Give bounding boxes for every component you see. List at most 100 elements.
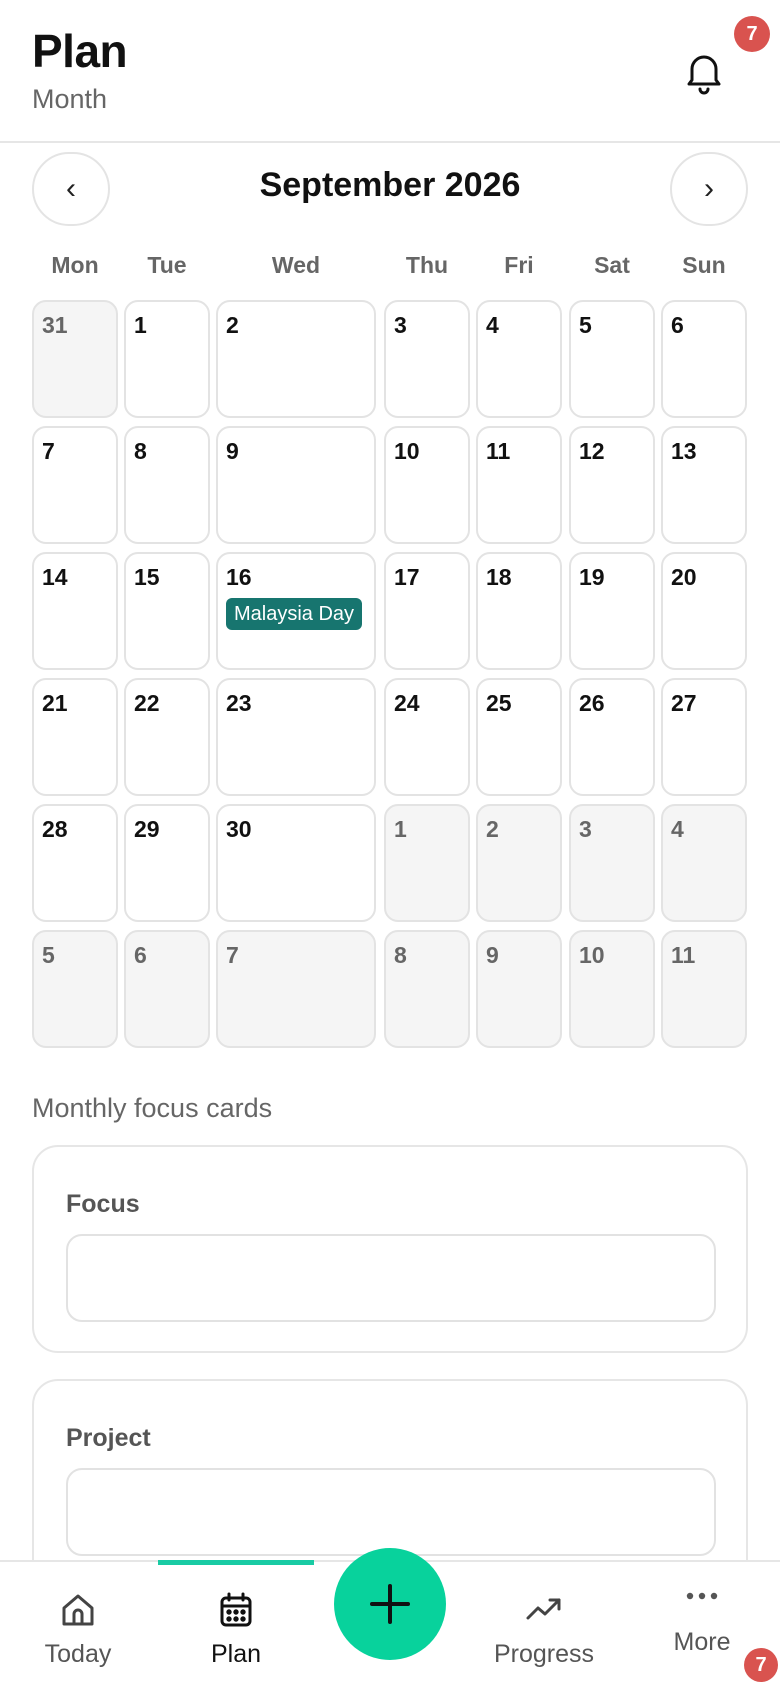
calendar-day[interactable]: 20 <box>661 552 747 670</box>
day-number: 14 <box>42 564 68 590</box>
calendar-day-outside-month[interactable]: 7 <box>216 930 376 1048</box>
calendar-day[interactable]: 25 <box>476 678 562 796</box>
page-title: Plan <box>32 25 128 77</box>
holiday-event-chip[interactable]: Malaysia Day <box>226 598 363 630</box>
day-number: 8 <box>394 942 407 968</box>
calendar-day[interactable]: 24 <box>384 678 470 796</box>
day-number: 2 <box>486 816 499 842</box>
calendar-day[interactable]: 11 <box>476 426 562 544</box>
app-header: Plan Month 7 <box>0 0 780 143</box>
calendar-day[interactable]: 8 <box>124 426 210 544</box>
calendar-day[interactable]: 23 <box>216 678 376 796</box>
day-number: 15 <box>134 564 160 590</box>
day-number: 7 <box>226 942 239 968</box>
tab-more[interactable]: More <box>652 1562 752 1688</box>
day-number: 18 <box>486 564 512 590</box>
day-number: 25 <box>486 690 512 716</box>
day-number: 3 <box>394 312 407 338</box>
calendar-day[interactable]: 17 <box>384 552 470 670</box>
calendar-day[interactable]: 30 <box>216 804 376 922</box>
day-number: 5 <box>42 942 55 968</box>
calendar-day-outside-month[interactable]: 4 <box>661 804 747 922</box>
calendar-day-outside-month[interactable]: 31 <box>32 300 118 418</box>
calendar-day-outside-month[interactable]: 6 <box>124 930 210 1048</box>
plus-icon <box>370 1584 410 1624</box>
day-number: 16 <box>226 564 252 590</box>
tab-plan-label: Plan <box>210 1640 262 1668</box>
calendar-day[interactable]: 3 <box>384 300 470 418</box>
day-number: 11 <box>486 438 511 464</box>
day-number: 1 <box>134 312 147 338</box>
calendar-day-outside-month[interactable]: 3 <box>569 804 655 922</box>
tab-progress[interactable]: Progress <box>484 1562 604 1688</box>
calendar-day[interactable]: 15 <box>124 552 210 670</box>
calendar-day[interactable]: 22 <box>124 678 210 796</box>
calendar-day-outside-month[interactable]: 11 <box>661 930 747 1048</box>
calendar-day[interactable]: 10 <box>384 426 470 544</box>
day-number: 6 <box>671 312 684 338</box>
calendar-day[interactable]: 6 <box>661 300 747 418</box>
day-number: 4 <box>486 312 499 338</box>
day-number: 9 <box>486 942 499 968</box>
calendar-day-outside-month[interactable]: 10 <box>569 930 655 1048</box>
day-number: 22 <box>134 690 160 716</box>
calendar-day[interactable]: 28 <box>32 804 118 922</box>
day-number: 28 <box>42 816 68 842</box>
calendar-day[interactable]: 1 <box>124 300 210 418</box>
day-number: 23 <box>226 690 252 716</box>
calendar-day[interactable]: 2 <box>216 300 376 418</box>
calendar-day[interactable]: 9 <box>216 426 376 544</box>
day-number: 20 <box>671 564 697 590</box>
trending-up-icon <box>526 1598 561 1620</box>
calendar-day[interactable]: 18 <box>476 552 562 670</box>
day-number: 13 <box>671 438 697 464</box>
calendar-day[interactable]: 13 <box>661 426 747 544</box>
calendar-day-outside-month[interactable]: 9 <box>476 930 562 1048</box>
home-icon <box>62 1594 94 1626</box>
day-number: 19 <box>579 564 605 590</box>
calendar-day[interactable]: 21 <box>32 678 118 796</box>
day-number: 12 <box>579 438 605 464</box>
day-number: 4 <box>671 816 684 842</box>
tab-plan[interactable]: Plan <box>178 1562 294 1688</box>
calendar-day-outside-month[interactable]: 5 <box>32 930 118 1048</box>
calendar-day[interactable]: 16 Malaysia Day <box>216 552 376 670</box>
bell-icon <box>687 55 721 95</box>
focus-input[interactable] <box>66 1234 716 1322</box>
calendar-day-outside-month[interactable]: 8 <box>384 930 470 1048</box>
calendar-day-outside-month[interactable]: 1 <box>384 804 470 922</box>
weekday-header: Wed <box>271 252 321 278</box>
focus-card: Focus <box>32 1145 748 1353</box>
add-button[interactable] <box>334 1548 446 1660</box>
calendar-icon <box>220 1592 252 1627</box>
focus-card-label: Focus <box>66 1190 140 1218</box>
notifications-button[interactable] <box>680 48 728 96</box>
calendar-day[interactable]: 14 <box>32 552 118 670</box>
calendar-day[interactable]: 4 <box>476 300 562 418</box>
calendar-day[interactable]: 7 <box>32 426 118 544</box>
day-number: 26 <box>579 690 605 716</box>
previous-month-button[interactable]: ‹ <box>32 152 110 226</box>
day-number: 24 <box>394 690 420 716</box>
view-mode-label[interactable]: Month <box>32 84 107 115</box>
calendar-day[interactable]: 19 <box>569 552 655 670</box>
day-number: 1 <box>394 816 407 842</box>
day-number: 5 <box>579 312 592 338</box>
day-number: 9 <box>226 438 239 464</box>
calendar-day[interactable]: 26 <box>569 678 655 796</box>
more-badge: 7 <box>744 1648 778 1682</box>
day-number: 6 <box>134 942 147 968</box>
day-number: 8 <box>134 438 147 464</box>
project-input[interactable] <box>66 1468 716 1556</box>
month-title: September 2026 <box>259 166 521 204</box>
calendar-day[interactable]: 27 <box>661 678 747 796</box>
weekday-header: Fri <box>504 252 534 278</box>
calendar-day[interactable]: 5 <box>569 300 655 418</box>
tab-today[interactable]: Today <box>22 1562 134 1688</box>
calendar-day[interactable]: 12 <box>569 426 655 544</box>
next-month-button[interactable]: › <box>670 152 748 226</box>
calendar-day-outside-month[interactable]: 2 <box>476 804 562 922</box>
calendar-day[interactable]: 29 <box>124 804 210 922</box>
notification-badge: 7 <box>734 16 770 52</box>
day-number: 11 <box>671 942 696 968</box>
